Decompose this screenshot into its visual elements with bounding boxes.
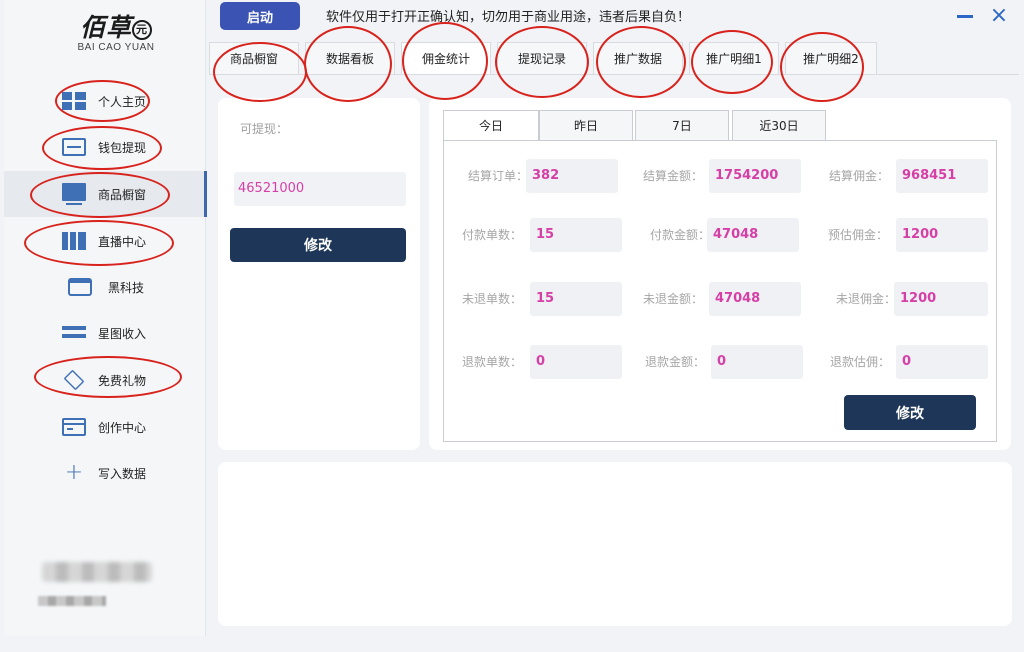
withdraw-panel: 可提现： 46521000 修改: [218, 98, 420, 450]
withdrawable-amount-field[interactable]: 46521000: [234, 172, 406, 206]
stat-label: 结算订单：: [468, 169, 529, 183]
stat-label: 未退佣金：: [836, 292, 897, 306]
app-window: 佰草元 BAI CAO YUAN 个人主页 钱包提现 商品橱窗 直播中心 黑科技…: [0, 0, 1024, 652]
logo-text: 佰草: [79, 13, 132, 42]
logo-seal: 元: [132, 20, 152, 40]
sidebar-item-label: 免费礼物: [98, 373, 147, 388]
monitor-icon: [62, 183, 86, 205]
sidebar-item-label: 直播中心: [98, 234, 147, 249]
commission-stats-panel: 今日 昨日 7日 近30日 结算订单： 382 结算金额： 1754200 结算…: [429, 98, 1011, 450]
sidebar-item-star-income[interactable]: 星图收入: [4, 310, 206, 356]
blurred-user-id: [38, 596, 106, 606]
tab-dashboard[interactable]: 数据看板: [305, 42, 395, 74]
settled-commission-field[interactable]: 968451: [896, 159, 988, 193]
unrefunded-amount-field[interactable]: 47048: [709, 282, 801, 316]
settled-amount-field[interactable]: 1754200: [709, 159, 801, 193]
stat-label: 结算佣金：: [829, 169, 890, 183]
sidebar-item-label: 钱包提现: [98, 140, 147, 155]
logo-subtitle: BAI CAO YUAN: [77, 42, 155, 53]
sidebar-item-write-data[interactable]: + 写入数据: [4, 450, 206, 496]
blurred-username: [42, 562, 152, 582]
tab-promo-data[interactable]: 推广数据: [593, 42, 683, 74]
sidebar-item-creator[interactable]: 创作中心: [4, 404, 206, 450]
subtab-30days[interactable]: 近30日: [732, 110, 826, 140]
stat-label: 退款单数：: [462, 355, 523, 369]
stat-label: 未退金额：: [643, 292, 704, 306]
unrefunded-commission-field[interactable]: 1200: [894, 282, 988, 316]
tabs-divider: [209, 74, 1019, 75]
stat-label: 未退单数：: [462, 292, 523, 306]
sidebar-item-showcase[interactable]: 商品橱窗: [4, 171, 207, 217]
wallet-card-icon: [62, 138, 86, 156]
start-button[interactable]: 启动: [220, 2, 300, 30]
sidebar: 佰草元 BAI CAO YUAN 个人主页 钱包提现 商品橱窗 直播中心 黑科技…: [4, 0, 207, 636]
refund-est-commission-field[interactable]: 0: [896, 345, 988, 379]
subtab-today[interactable]: 今日: [443, 110, 539, 140]
sidebar-item-label: 个人主页: [98, 94, 147, 109]
paid-orders-field[interactable]: 15: [530, 218, 622, 252]
tab-withdraw-records[interactable]: 提现记录: [497, 42, 587, 74]
tab-showcase[interactable]: 商品橱窗: [209, 42, 299, 74]
sidebar-item-wallet[interactable]: 钱包提现: [4, 124, 206, 170]
stats-modify-button[interactable]: 修改: [844, 395, 976, 430]
sidebar-item-free-gift[interactable]: 免费礼物: [4, 357, 206, 403]
warning-notice: 软件仅用于打开正确认知，切勿用于商业用途，违者后果自负！: [326, 10, 691, 25]
sidebar-item-label: 创作中心: [98, 420, 147, 435]
unrefunded-orders-field[interactable]: 15: [530, 282, 622, 316]
stat-label: 退款金额：: [645, 355, 706, 369]
bottom-panel: [218, 462, 1012, 626]
window-icon: [62, 418, 86, 436]
layers-icon: [63, 369, 85, 391]
sidebar-item-label: 商品橱窗: [98, 187, 147, 202]
stat-label: 结算金额：: [643, 169, 704, 183]
logo: 佰草元 BAI CAO YUAN: [66, 14, 166, 58]
stat-label: 付款金额：: [650, 228, 711, 242]
sidebar-item-home[interactable]: 个人主页: [4, 78, 206, 124]
stat-label: 付款单数：: [462, 228, 523, 242]
withdraw-modify-button[interactable]: 修改: [230, 228, 406, 262]
bars-icon: [62, 324, 86, 342]
dashboard-icon: [62, 92, 86, 110]
tab-promo-detail-2[interactable]: 推广明细2: [785, 42, 877, 74]
minimize-icon[interactable]: [957, 15, 973, 18]
plus-icon: +: [64, 460, 84, 485]
stat-label: 退款估佣：: [830, 355, 891, 369]
sidebar-item-label: 黑科技: [108, 280, 145, 295]
tab-promo-detail-1[interactable]: 推广明细1: [689, 42, 779, 74]
stat-label: 预估佣金：: [828, 228, 889, 242]
settled-orders-field[interactable]: 382: [526, 159, 618, 193]
sidebar-item-label: 写入数据: [98, 466, 147, 481]
withdrawable-label: 可提现：: [240, 122, 289, 136]
panels-icon: [62, 232, 86, 250]
subtab-yesterday[interactable]: 昨日: [539, 110, 633, 140]
refund-amount-field[interactable]: 0: [711, 345, 803, 379]
sidebar-item-live[interactable]: 直播中心: [4, 218, 206, 264]
paid-amount-field[interactable]: 47048: [707, 218, 799, 252]
close-icon[interactable]: ×: [988, 3, 1010, 29]
store-icon: [68, 278, 92, 296]
subtab-7days[interactable]: 7日: [635, 110, 729, 140]
estimated-commission-field[interactable]: 1200: [896, 218, 988, 252]
sidebar-item-label: 星图收入: [98, 326, 147, 341]
sidebar-item-blacktech[interactable]: 黑科技: [4, 264, 206, 310]
tab-commission[interactable]: 佣金统计: [401, 42, 491, 74]
refund-orders-field[interactable]: 0: [530, 345, 622, 379]
